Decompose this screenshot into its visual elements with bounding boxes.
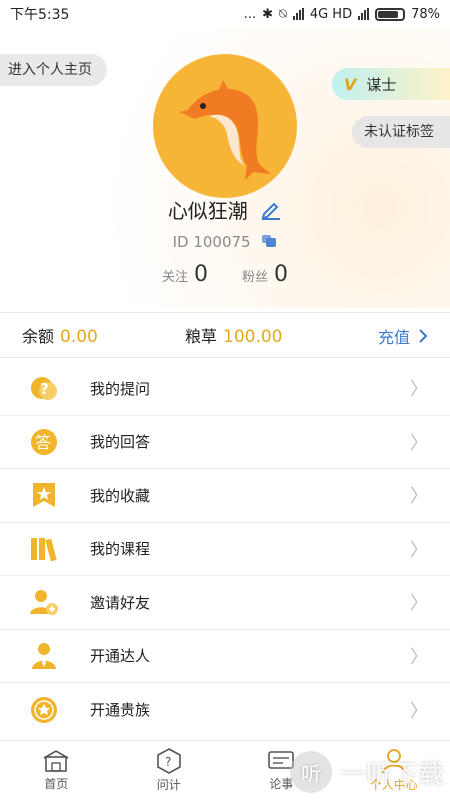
- tab-label: 首页: [44, 777, 69, 791]
- books-icon: [22, 527, 66, 571]
- svg-text:?: ?: [40, 380, 49, 398]
- battery-icon: [375, 7, 406, 21]
- nickname-row: 心似狂潮: [0, 196, 450, 226]
- bluetooth-icon: ✱: [262, 6, 274, 22]
- recharge-button[interactable]: 充值: [378, 313, 428, 359]
- wallet-row: 余额 0.00 粮草 100.00 充值: [0, 312, 450, 358]
- chevron-right-icon: 〉: [410, 539, 428, 561]
- grain: 粮草 100.00: [185, 323, 283, 347]
- rank-badge[interactable]: V 谋士: [332, 68, 450, 100]
- question-icon: ?: [22, 366, 66, 410]
- invite-user-icon: [22, 580, 66, 624]
- avatar[interactable]: [153, 54, 297, 198]
- cell-signal-icon: [358, 8, 370, 20]
- menu-label: 我的收藏: [90, 486, 151, 505]
- tab-ask[interactable]: ? 问计: [113, 741, 226, 800]
- mute-icon: ⍉: [279, 6, 287, 22]
- home-icon: [43, 750, 69, 772]
- dolphin-icon: [179, 80, 271, 180]
- nickname: 心似狂潮: [167, 199, 248, 223]
- chevron-right-icon: 〉: [410, 432, 428, 454]
- bookmark-star-icon: [22, 473, 66, 517]
- watermark-text: 一听下载: [340, 759, 445, 790]
- svg-text:?: ?: [165, 755, 171, 769]
- menu-item-invite-friends[interactable]: 邀请好友 〉: [0, 576, 450, 630]
- recharge-label: 充值: [377, 328, 410, 347]
- fans-label: 粉丝: [242, 270, 269, 285]
- menu-label: 开通贵族: [90, 701, 151, 720]
- network-type: 4G HD: [309, 6, 353, 22]
- edit-icon[interactable]: [260, 198, 282, 228]
- grain-value: 100.00: [223, 327, 283, 347]
- answer-icon: 答: [22, 420, 66, 464]
- following-count[interactable]: 0: [194, 262, 208, 287]
- balance-label: 余额: [22, 327, 55, 346]
- menu-list: ? 我的提问 〉 答 我的回答 〉 我的收藏 〉 我的课程 〉 邀请好友 〉 开…: [0, 362, 450, 737]
- menu-item-my-courses[interactable]: 我的课程 〉: [0, 523, 450, 576]
- menu-item-become-expert[interactable]: 开通达人 〉: [0, 630, 450, 683]
- menu-label: 我的课程: [90, 540, 151, 559]
- balance: 余额 0.00: [22, 323, 98, 347]
- copy-icon[interactable]: [261, 231, 277, 255]
- follow-stats: 关注 0 粉丝 0: [0, 262, 450, 292]
- rank-label: 谋士: [366, 75, 397, 94]
- rank-v-icon: V: [344, 74, 357, 94]
- wifi-signal-icon: [292, 8, 304, 20]
- status-bar: 下午5:35 ... ✱ ⍉ 4G HD 78%: [0, 0, 450, 28]
- fans-count[interactable]: 0: [274, 262, 288, 287]
- svg-text:答: 答: [35, 433, 51, 452]
- status-icons: ... ✱ ⍉ 4G HD 78%: [244, 7, 440, 22]
- chevron-right-icon: 〉: [410, 646, 428, 668]
- menu-item-my-answers[interactable]: 答 我的回答 〉: [0, 416, 450, 469]
- watermark-logo: 听: [290, 751, 332, 793]
- menu-item-my-questions[interactable]: ? 我的提问 〉: [0, 362, 450, 416]
- chevron-right-icon: [419, 329, 428, 343]
- menu-label: 我的提问: [90, 379, 151, 398]
- enter-homepage-button[interactable]: 进入个人主页: [0, 54, 107, 86]
- status-time: 下午5:35: [10, 7, 70, 23]
- menu-item-become-noble[interactable]: 开通贵族 〉: [0, 683, 450, 737]
- chevron-right-icon: 〉: [410, 379, 428, 401]
- battery-level: 78%: [411, 6, 440, 22]
- following-label: 关注: [161, 270, 188, 285]
- noble-medal-icon: [22, 688, 66, 732]
- ask-icon: ?: [156, 748, 181, 774]
- user-id-row: ID 100075: [0, 230, 450, 254]
- menu-label: 邀请好友: [90, 593, 151, 612]
- balance-value: 0.00: [60, 327, 98, 347]
- chevron-right-icon: 〉: [410, 593, 428, 615]
- watermark: 听 一听下载: [290, 744, 450, 800]
- grain-label: 粮草: [185, 327, 218, 346]
- menu-label: 开通达人: [90, 647, 151, 666]
- unverified-tag-button[interactable]: 未认证标签: [352, 116, 450, 148]
- chevron-right-icon: 〉: [410, 700, 428, 722]
- expert-icon: [22, 634, 66, 678]
- menu-label: 我的回答: [90, 433, 151, 452]
- user-id: ID 100075: [172, 233, 251, 251]
- tab-home[interactable]: 首页: [0, 741, 113, 800]
- notification-dots: ...: [243, 6, 257, 22]
- tab-label: 问计: [156, 778, 181, 792]
- menu-item-my-favorites[interactable]: 我的收藏 〉: [0, 469, 450, 523]
- chevron-right-icon: 〉: [410, 486, 428, 508]
